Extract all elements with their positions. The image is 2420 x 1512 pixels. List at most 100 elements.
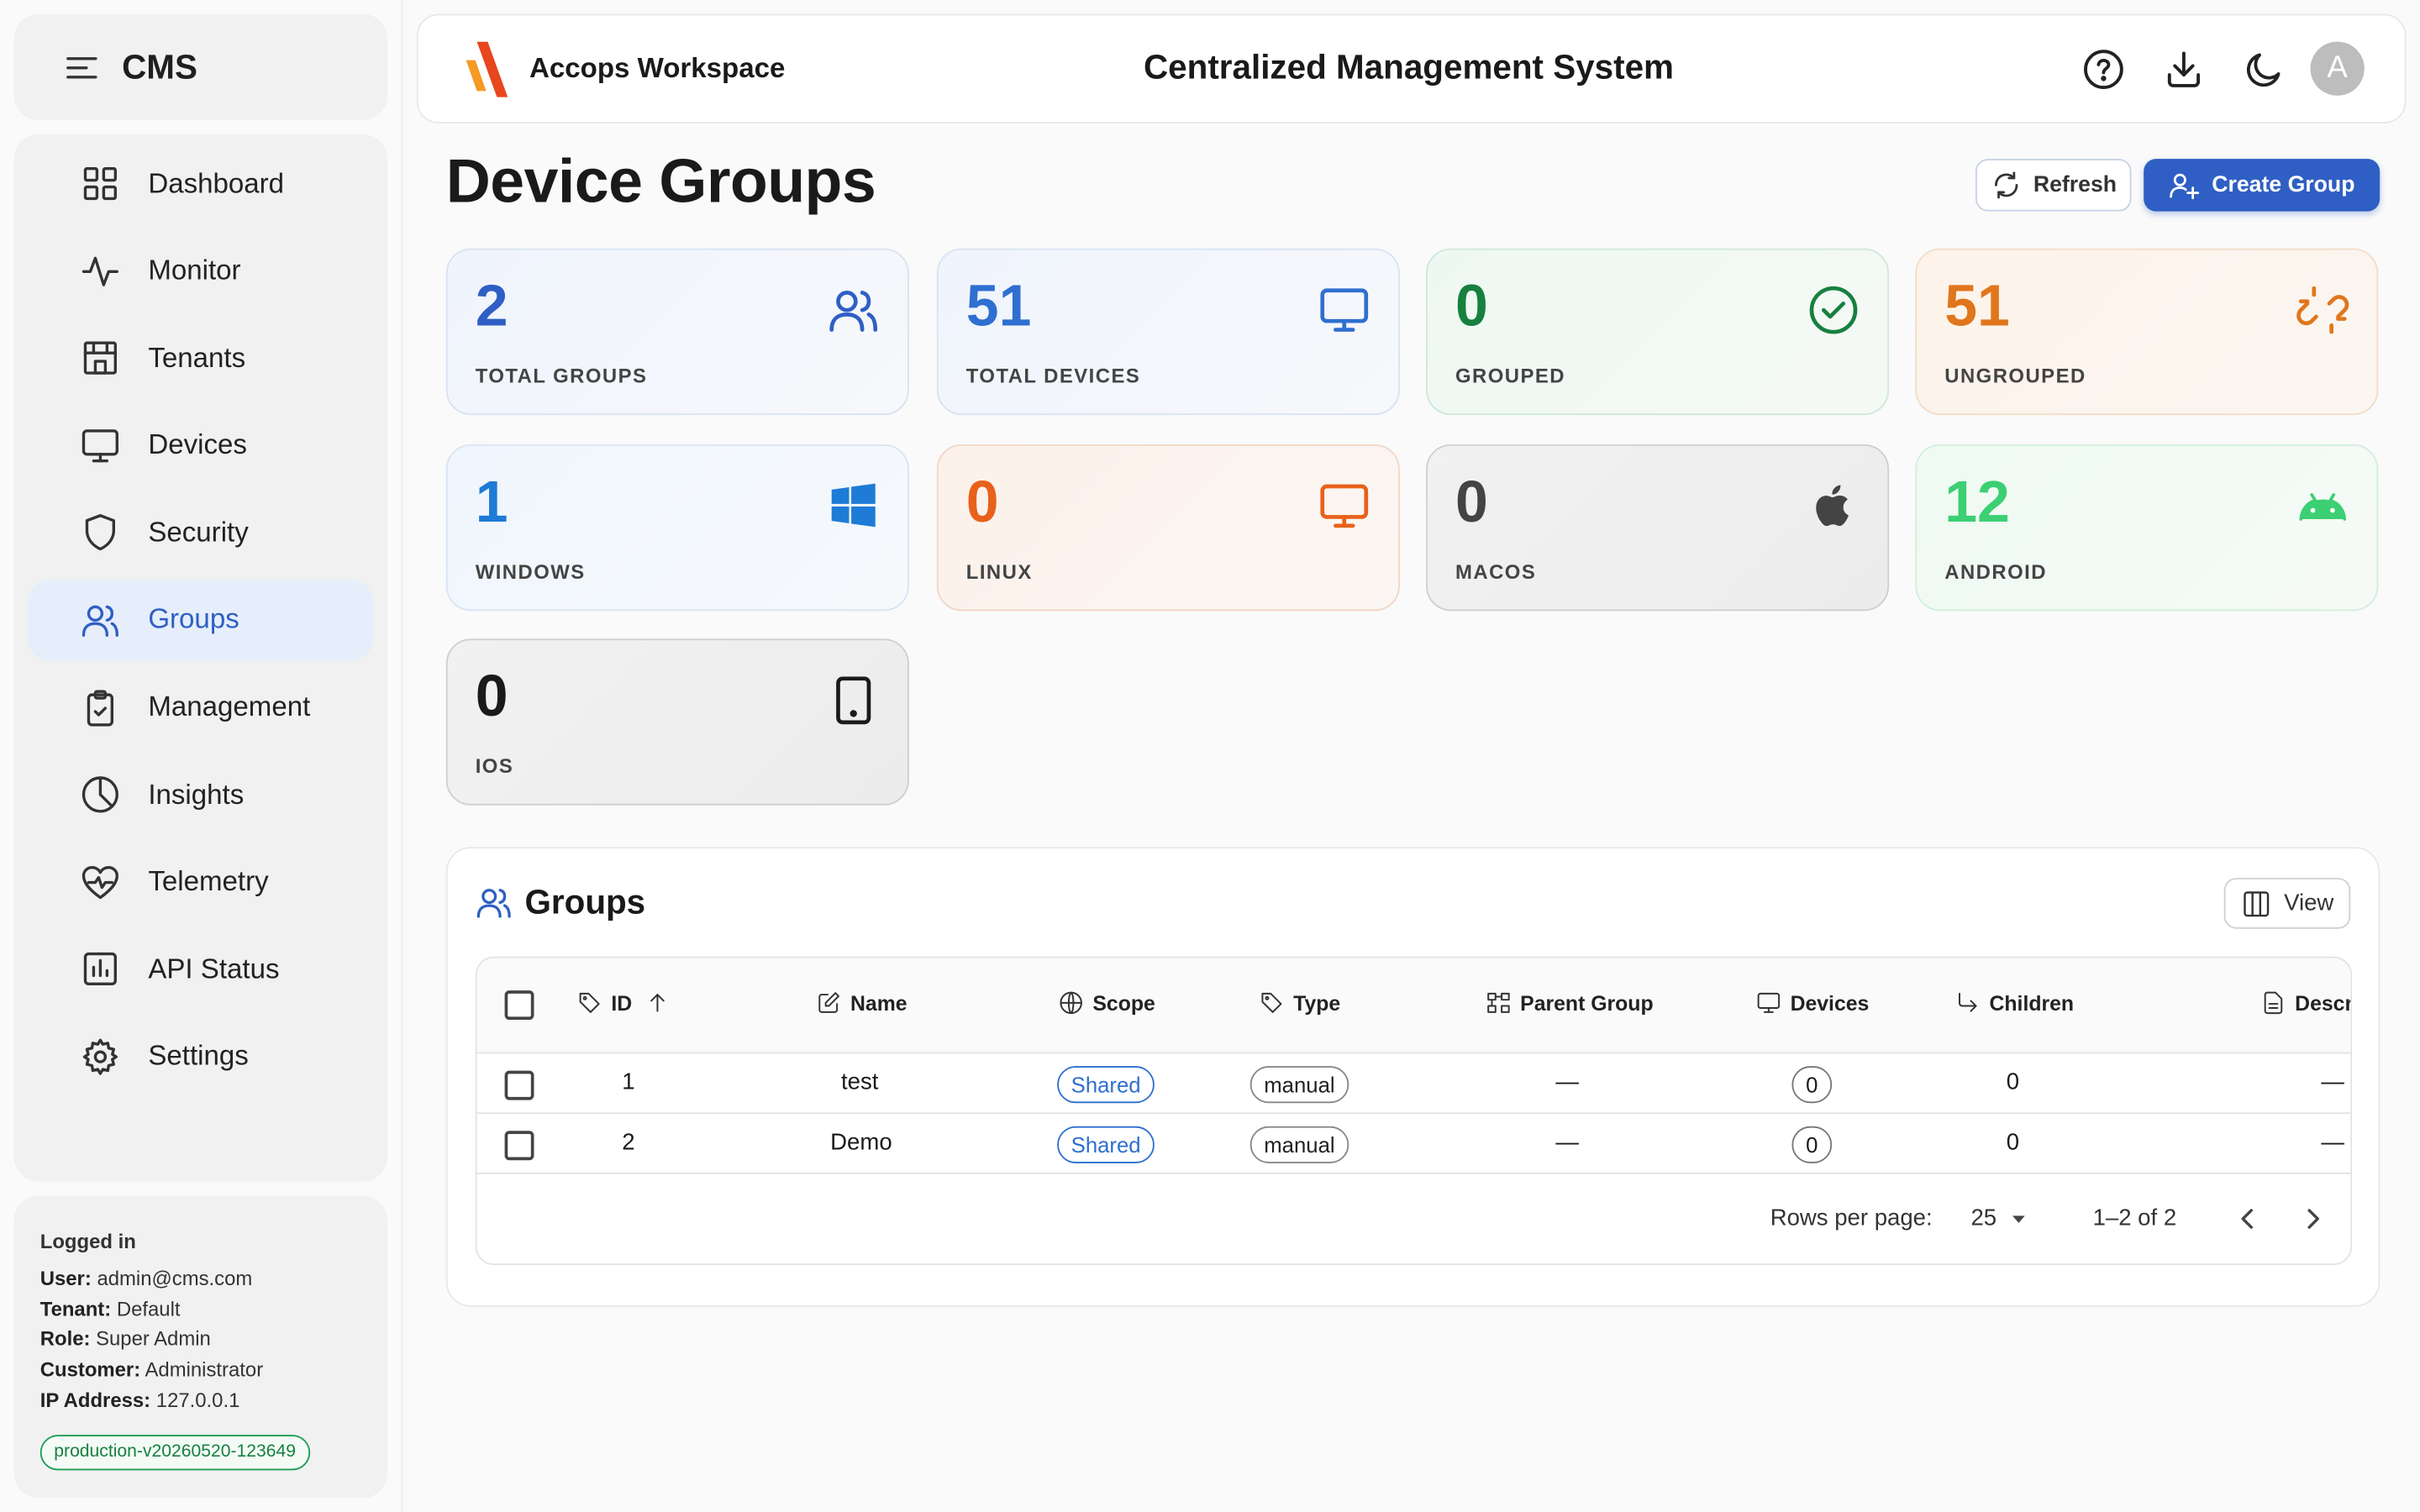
- sidebar-item-dashboard[interactable]: Dashboard: [28, 144, 373, 224]
- column-header-id[interactable]: ID: [577, 990, 669, 1015]
- row-checkbox[interactable]: [504, 1131, 534, 1161]
- hierarchy-icon: [1487, 992, 1510, 1013]
- accops-logo-icon: [466, 41, 508, 97]
- document-icon: [2264, 991, 2283, 1015]
- cell-name: Demo: [830, 1129, 892, 1156]
- sidebar-item-label: Settings: [148, 1040, 249, 1072]
- stat-value: 0: [1455, 274, 1488, 340]
- version-badge: production-v20260520-123649: [39, 1434, 310, 1470]
- sidebar-item-api-status[interactable]: API Status: [28, 929, 373, 1010]
- columns-icon: [2244, 890, 2270, 916]
- column-header-name[interactable]: Name: [817, 990, 908, 1015]
- cell-parent-group: —: [1555, 1129, 1579, 1156]
- select-all-checkbox[interactable]: [504, 990, 534, 1021]
- refresh-label: Refresh: [2033, 172, 2118, 198]
- sidebar-item-label: Groups: [148, 604, 239, 635]
- sidebar-item-devices[interactable]: Devices: [28, 406, 373, 486]
- column-header-scope[interactable]: Scope: [1059, 990, 1155, 1015]
- groups-panel-title: Groups: [476, 883, 645, 923]
- grid-icon: [83, 166, 117, 201]
- moon-icon[interactable]: [2243, 48, 2286, 91]
- column-header-parent-group[interactable]: Parent Group: [1486, 990, 1654, 1015]
- sidebar-item-groups[interactable]: Groups: [28, 580, 374, 661]
- stat-value: 51: [1944, 274, 2010, 340]
- create-group-button[interactable]: Create Group: [2144, 159, 2381, 212]
- stat-card-android: 12 ANDROID: [1915, 444, 2379, 612]
- sidebar-item-label: Devices: [148, 429, 247, 460]
- menu-icon[interactable]: [63, 49, 100, 86]
- sidebar-item-label: Management: [148, 690, 311, 722]
- column-header-type[interactable]: Type: [1260, 990, 1340, 1015]
- building-icon: [83, 341, 117, 375]
- stat-value: 2: [475, 274, 508, 340]
- devices-count-chip[interactable]: 0: [1791, 1066, 1833, 1104]
- avatar[interactable]: A: [2310, 41, 2365, 96]
- column-header-description[interactable]: Descr: [2261, 990, 2350, 1015]
- monitor-icon: [1757, 992, 1781, 1013]
- role-line: Role: Super Admin: [39, 1327, 211, 1351]
- user-plus-icon: [2170, 173, 2200, 200]
- sidebar-item-tenants[interactable]: Tenants: [28, 318, 373, 399]
- scope-chip: Shared: [1057, 1066, 1155, 1104]
- arrow-up-icon[interactable]: [644, 990, 669, 1015]
- stat-card-total-devices: 51 TOTAL DEVICES: [936, 248, 1400, 416]
- table-row[interactable]: 2 Demo Shared manual — 0 0 —: [476, 1114, 2351, 1174]
- stat-card-total-groups: 2 TOTAL GROUPS: [445, 248, 909, 416]
- stat-label: LINUX: [965, 559, 1033, 584]
- sidebar-item-security[interactable]: Security: [28, 493, 373, 574]
- page-title: Device Groups: [445, 148, 876, 217]
- table-row[interactable]: 1 test Shared manual — 0 0 —: [476, 1053, 2351, 1115]
- monitor-icon: [82, 428, 118, 463]
- sidebar-item-label: API Status: [148, 953, 280, 984]
- sidebar-item-management[interactable]: Management: [28, 667, 373, 748]
- monitor-icon: [1318, 284, 1370, 336]
- globe-icon: [1060, 991, 1082, 1015]
- stat-card-grouped: 0 GROUPED: [1426, 248, 1890, 416]
- android-logo-icon: [2296, 480, 2349, 532]
- chevron-left-icon[interactable]: [2230, 1202, 2264, 1236]
- stat-label: ANDROID: [1944, 559, 2047, 584]
- bar-chart-icon: [83, 953, 117, 986]
- row-checkbox[interactable]: [504, 1070, 534, 1100]
- workspace-name: Accops Workspace: [529, 52, 786, 84]
- stat-card-windows: 1 WINDOWS: [445, 444, 909, 612]
- users-icon: [827, 284, 879, 336]
- cell-id: 1: [622, 1068, 635, 1096]
- tablet-icon: [827, 675, 879, 727]
- users-icon: [82, 605, 118, 637]
- sidebar-divider: [401, 0, 403, 1512]
- sidebar-item-telemetry[interactable]: Telemetry: [28, 842, 373, 922]
- apple-logo-icon: [1807, 480, 1860, 532]
- type-chip: manual: [1249, 1066, 1349, 1104]
- tenant-line: Tenant: Default: [39, 1296, 181, 1320]
- sidebar-item-settings[interactable]: Settings: [28, 1016, 373, 1097]
- refresh-button[interactable]: Refresh: [1975, 159, 2132, 212]
- column-header-devices[interactable]: Devices: [1756, 990, 1869, 1015]
- rows-per-page-label: Rows per page:: [1770, 1205, 1933, 1231]
- chevron-right-icon[interactable]: [2296, 1202, 2330, 1236]
- brand-title: CMS: [122, 47, 197, 86]
- sidebar-item-insights[interactable]: Insights: [28, 754, 373, 835]
- column-header-children[interactable]: Children: [1955, 990, 2074, 1015]
- devices-count-chip[interactable]: 0: [1791, 1126, 1833, 1163]
- stat-value: 0: [475, 664, 508, 730]
- create-group-label: Create Group: [2212, 172, 2355, 198]
- clipboard-check-icon: [87, 689, 114, 726]
- stat-card-ungrouped: 51 UNGROUPED: [1915, 248, 2379, 416]
- rows-per-page-select[interactable]: 25: [1970, 1205, 2030, 1231]
- help-icon[interactable]: [2082, 48, 2125, 91]
- download-icon[interactable]: [2162, 48, 2205, 91]
- activity-icon: [82, 255, 118, 286]
- stat-value: 12: [1944, 470, 2010, 536]
- windows-logo-icon: [827, 480, 879, 532]
- sidebar-item-label: Tenants: [148, 342, 246, 373]
- users-icon: [476, 889, 511, 918]
- stat-label: TOTAL DEVICES: [965, 364, 1141, 388]
- stat-card-linux: 0 LINUX: [936, 444, 1400, 612]
- logged-in-heading: Logged in: [39, 1229, 136, 1253]
- cell-name: test: [841, 1068, 879, 1096]
- stat-label: MACOS: [1455, 559, 1537, 584]
- view-columns-button[interactable]: View: [2223, 878, 2351, 929]
- sidebar-item-monitor[interactable]: Monitor: [28, 231, 373, 312]
- groups-panel: Groups View ID Name Scope Type Parent Gr…: [445, 847, 2381, 1307]
